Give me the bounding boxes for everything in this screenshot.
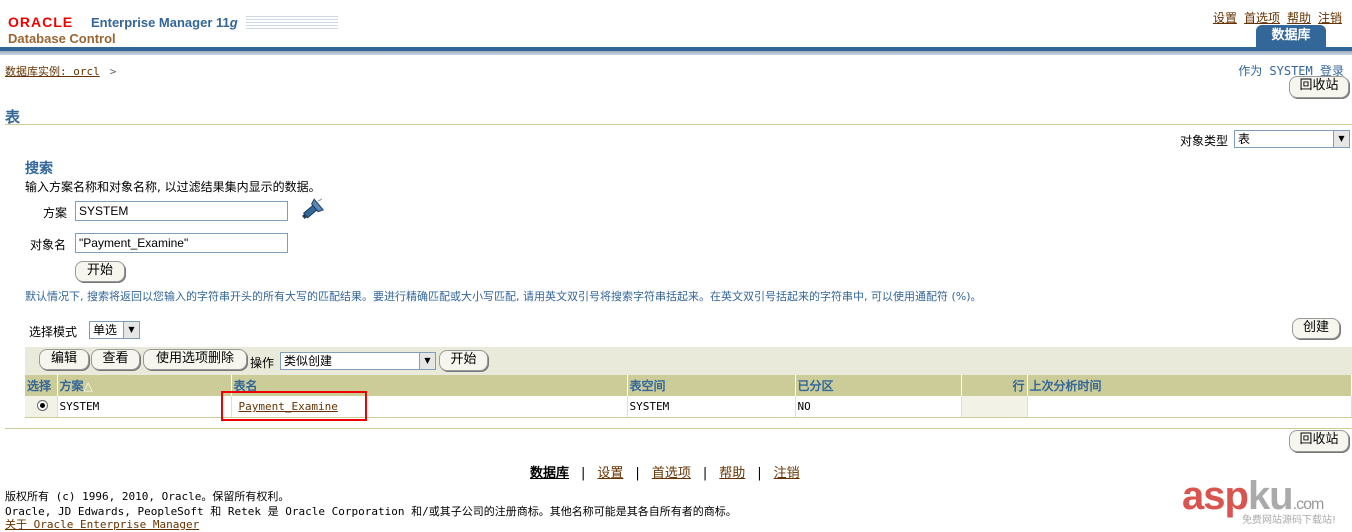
footer-link-help[interactable]: 帮助 bbox=[719, 466, 745, 481]
footer-separator: | bbox=[635, 466, 640, 481]
sort-ascending-icon: △ bbox=[83, 379, 93, 393]
footer-separator: | bbox=[702, 466, 708, 481]
global-link-settings[interactable]: 设置 bbox=[1213, 9, 1237, 26]
footer-separator: | bbox=[757, 466, 762, 481]
breadcrumb: 数据库实例: orcl > bbox=[5, 63, 116, 79]
chevron-down-icon: ▼ bbox=[419, 353, 435, 369]
tab-database[interactable]: 数据库 bbox=[1256, 25, 1326, 47]
global-link-help[interactable]: 帮助 bbox=[1287, 9, 1311, 26]
watermark-subtitle: 免费网站源码下载站! bbox=[1242, 515, 1337, 526]
schema-input[interactable] bbox=[75, 201, 288, 221]
header-bar-shadow bbox=[0, 51, 1352, 55]
title-divider bbox=[5, 124, 1352, 125]
product-name-text: Enterprise Manager 11 bbox=[91, 15, 230, 30]
row-tablespace: SYSTEM bbox=[627, 396, 796, 418]
row-radio-button[interactable] bbox=[37, 399, 48, 411]
object-type-label: 对象类型 bbox=[1180, 134, 1229, 148]
chevron-down-icon: ▼ bbox=[1333, 131, 1349, 147]
action-go-button[interactable]: 开始 bbox=[439, 350, 488, 371]
search-hint: 默认情况下, 搜索将返回以您输入的字符串开头的所有大写的匹配结果。要进行精确匹配… bbox=[25, 290, 982, 303]
row-last-analyzed bbox=[1027, 396, 1352, 418]
breadcrumb-separator: > bbox=[109, 65, 117, 78]
table-bottom-divider bbox=[5, 428, 1352, 429]
footer-link-database[interactable]: 数据库 bbox=[530, 466, 569, 481]
footer-links: 数据库 | 设置 | 首选项 | 帮助 | 注销 bbox=[530, 462, 800, 481]
about-link[interactable]: 关于 Oracle Enterprise Manager bbox=[5, 516, 199, 532]
product-subtitle: Database Control bbox=[8, 31, 116, 46]
global-links: 设置 首选项 帮助 注销 bbox=[1206, 9, 1342, 26]
view-button[interactable]: 查看 bbox=[91, 349, 140, 370]
footer-link-preferences[interactable]: 首选项 bbox=[652, 466, 691, 481]
global-link-logout[interactable]: 注销 bbox=[1318, 9, 1342, 26]
object-type-select[interactable]: 表 ▼ bbox=[1234, 130, 1350, 148]
object-name-input[interactable] bbox=[75, 233, 288, 253]
row-select-cell[interactable] bbox=[25, 396, 58, 418]
object-name-label: 对象名 bbox=[30, 238, 67, 252]
col-header-tablespace[interactable]: 表空间 bbox=[627, 375, 796, 396]
flashlight-search-icon[interactable] bbox=[298, 198, 325, 224]
oracle-logo: ORACLE bbox=[8, 14, 74, 30]
footer-link-logout[interactable]: 注销 bbox=[774, 466, 800, 481]
global-link-preferences[interactable]: 首选项 bbox=[1244, 9, 1280, 26]
col-header-schema-label: 方案 bbox=[59, 379, 84, 393]
chevron-down-icon: ▼ bbox=[123, 322, 139, 338]
col-header-schema[interactable]: 方案△ bbox=[57, 375, 232, 396]
object-type-value: 表 bbox=[1238, 132, 1251, 146]
col-header-select: 选择 bbox=[25, 375, 58, 396]
selection-mode-select[interactable]: 单选 ▼ bbox=[89, 321, 140, 339]
row-partitioned: NO bbox=[795, 396, 962, 418]
create-button[interactable]: 创建 bbox=[1292, 318, 1340, 339]
product-name: Enterprise Manager 11g bbox=[91, 15, 238, 30]
search-title: 搜索 bbox=[25, 161, 53, 177]
col-header-rows[interactable]: 行 bbox=[961, 375, 1028, 396]
col-header-partitioned[interactable]: 已分区 bbox=[795, 375, 962, 396]
col-header-last-analyzed[interactable]: 上次分析时间 bbox=[1027, 375, 1352, 396]
row-rows bbox=[961, 396, 1028, 418]
search-go-button[interactable]: 开始 bbox=[75, 261, 125, 282]
selection-mode-label: 选择模式 bbox=[29, 325, 78, 339]
logo-stripes bbox=[246, 16, 338, 30]
copyright-line: 版权所有 (c) 1996, 2010, Oracle。保留所有权利。 bbox=[5, 490, 290, 503]
selection-mode-value: 单选 bbox=[93, 323, 118, 337]
watermark-asp: asp bbox=[1182, 474, 1249, 518]
search-description: 输入方案名称和对象名称, 以过滤结果集内显示的数据。 bbox=[25, 180, 321, 194]
recycle-bin-button-bottom[interactable]: 回收站 bbox=[1289, 430, 1349, 452]
action-select[interactable]: 类似创建 ▼ bbox=[280, 352, 436, 370]
footer-link-settings[interactable]: 设置 bbox=[597, 466, 623, 481]
delete-with-options-button[interactable]: 使用选项删除 bbox=[143, 349, 247, 370]
action-label: 操作 bbox=[250, 356, 275, 370]
footer-separator: | bbox=[581, 466, 586, 481]
row-schema: SYSTEM bbox=[57, 396, 232, 418]
action-value: 类似创建 bbox=[284, 354, 333, 368]
product-version-g: g bbox=[229, 15, 238, 30]
breadcrumb-db-instance[interactable]: 数据库实例: orcl bbox=[5, 65, 100, 78]
schema-label: 方案 bbox=[43, 206, 68, 220]
recycle-bin-button-top[interactable]: 回收站 bbox=[1289, 76, 1349, 98]
highlight-box bbox=[221, 391, 367, 421]
edit-button[interactable]: 编辑 bbox=[39, 349, 89, 370]
